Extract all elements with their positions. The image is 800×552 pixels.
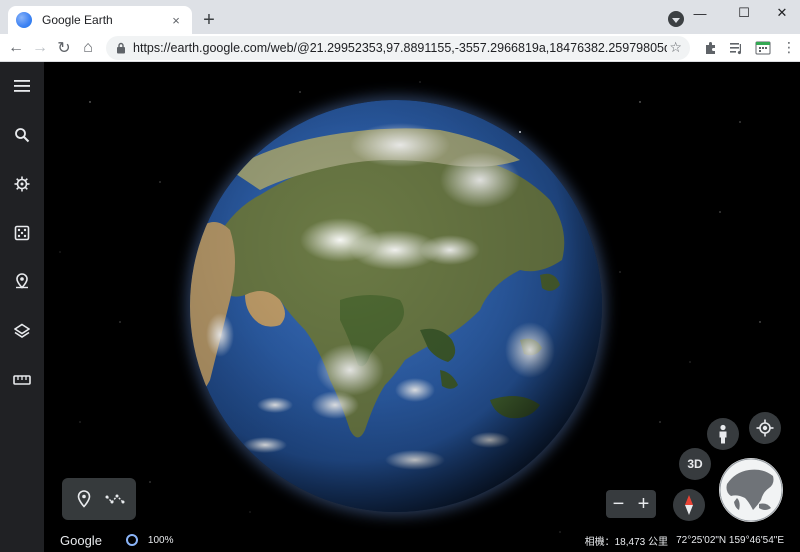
minimize-button[interactable]: —	[680, 0, 720, 26]
bookmark-star-icon[interactable]: ☆	[667, 39, 684, 57]
my-location-icon[interactable]	[749, 412, 781, 444]
zoom-out-button[interactable]: −	[606, 490, 631, 518]
browser-menu-button[interactable]: ⋮	[776, 36, 800, 60]
projects-icon[interactable]	[0, 262, 44, 302]
voyager-icon[interactable]	[0, 164, 44, 204]
tab-close-icon[interactable]: ×	[168, 12, 184, 28]
measure-icon[interactable]	[0, 360, 44, 400]
address-bar[interactable]: https://earth.google.com/web/@21.2995235…	[106, 35, 690, 60]
tab-title: Google Earth	[42, 13, 113, 27]
menu-icon[interactable]	[0, 66, 44, 106]
extensions-puzzle-icon[interactable]	[698, 36, 724, 60]
tab-strip: Google Earth × + — ☐ ✕	[0, 0, 800, 34]
browser-window: Google Earth × + — ☐ ✕ ← → ↻ ⌂ https://e…	[0, 0, 800, 552]
home-button[interactable]: ⌂	[76, 36, 100, 60]
feeling-lucky-icon[interactable]	[0, 213, 44, 253]
maximize-button[interactable]: ☐	[724, 0, 764, 26]
lock-icon[interactable]	[114, 41, 127, 55]
new-tab-button[interactable]: +	[198, 9, 220, 31]
draw-path-icon[interactable]	[103, 487, 127, 511]
camera-altitude: 相機：18,473 公里	[584, 536, 668, 548]
zoom-controls: − +	[606, 490, 656, 518]
loading-progress-text: 100%	[147, 534, 174, 546]
3d-toggle-button[interactable]: 3D	[679, 448, 711, 480]
url-text[interactable]: https://earth.google.com/web/@21.2995235…	[133, 41, 667, 55]
reload-button[interactable]: ↻	[52, 36, 76, 60]
earth-viewport[interactable]: 3D − + Google 100% 相機：18,473 公里 72°25'02…	[0, 62, 800, 552]
google-logo: Google	[60, 532, 102, 548]
drawing-tools	[62, 478, 136, 520]
compass-icon[interactable]	[673, 489, 705, 521]
cursor-coordinates: 72°25'02"N 159°46'54"E	[676, 534, 784, 546]
overview-minimap[interactable]	[719, 458, 783, 522]
browser-toolbar: ← → ↻ ⌂ https://earth.google.com/web/@21…	[0, 34, 800, 62]
tab-google-earth[interactable]: Google Earth ×	[8, 6, 192, 34]
zoom-in-button[interactable]: +	[631, 490, 656, 518]
close-window-button[interactable]: ✕	[762, 0, 800, 26]
pegman-street-view-icon[interactable]	[707, 418, 739, 450]
search-icon[interactable]	[0, 115, 44, 155]
map-style-icon[interactable]	[0, 311, 44, 351]
loading-progress-icon	[125, 534, 138, 546]
reading-list-icon[interactable]	[724, 36, 750, 60]
earth-sidebar	[0, 62, 44, 552]
earth-globe[interactable]	[190, 100, 602, 512]
status-bar: Google 100% 相機：18,473 公里 72°25'02"N 159°…	[44, 528, 800, 552]
add-placemark-icon[interactable]	[72, 487, 96, 511]
back-button[interactable]: ←	[4, 36, 28, 60]
extension-calendar-icon[interactable]	[750, 36, 776, 60]
google-earth-favicon-icon	[16, 12, 32, 28]
forward-button[interactable]: →	[28, 36, 52, 60]
